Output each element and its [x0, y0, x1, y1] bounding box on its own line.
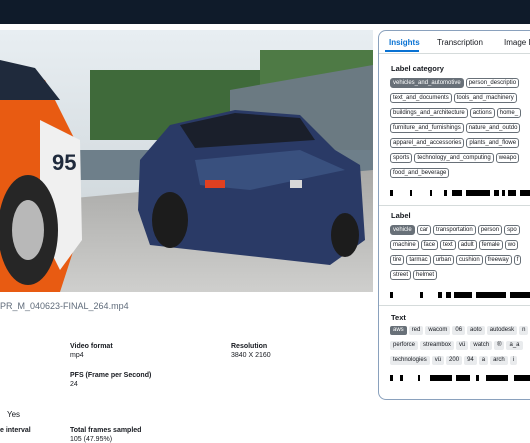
yes-value: Yes [7, 410, 21, 419]
label-chip[interactable]: wo [504, 240, 519, 250]
label-category-chip[interactable]: text_and_documents [390, 93, 452, 103]
text-chip[interactable]: vü [456, 341, 469, 350]
text-chip[interactable]: technologies [390, 356, 430, 365]
text-chip[interactable]: red [408, 326, 424, 335]
label-chip[interactable]: street [390, 270, 412, 280]
total-frames-label: Total frames sampled [70, 427, 142, 434]
label-category-chip[interactable]: vehicles_and_automotive [390, 78, 464, 88]
label-category-chip[interactable]: apparel_and_accessories [390, 138, 465, 148]
label-category-chip[interactable]: plants_and_flowe [466, 138, 520, 148]
label-category-chip[interactable]: home_ [496, 108, 522, 118]
text-chip[interactable]: aws [390, 326, 407, 335]
text-row: aws red wacom 06 aoto autodesk n [390, 326, 529, 335]
text-chip[interactable]: n [519, 326, 529, 335]
label-chip[interactable]: tarmac [406, 255, 431, 265]
text-chip[interactable]: wacom [425, 326, 451, 335]
label-category-chip[interactable]: furniture_and_furnishings [390, 123, 464, 133]
video-filename: PR_M_040623-FINAL_264.mp4 [0, 301, 129, 311]
tab-insights[interactable]: Insights [389, 38, 420, 47]
text-chip[interactable]: vü [431, 356, 445, 365]
label-category-chip[interactable]: sports [390, 153, 413, 163]
label-chip[interactable]: transportation [433, 225, 476, 235]
label-category-row: food_and_beverage [390, 168, 450, 178]
video-player[interactable]: 95 [0, 30, 373, 292]
label-chip[interactable]: tire [390, 255, 405, 265]
resolution-label: Resolution [231, 343, 268, 350]
label-title: Label [391, 211, 411, 220]
label-chip[interactable]: machine [390, 240, 419, 250]
resolution-value: 3840 X 2160 [231, 352, 271, 359]
label-chip[interactable]: helmet [413, 270, 438, 280]
text-chip[interactable]: watch [470, 341, 493, 350]
video-format-value: mp4 [70, 352, 84, 359]
text-chip[interactable]: perforce [390, 341, 419, 350]
label-category-row: sports technology_and_computing weapo [390, 153, 520, 163]
section-divider [379, 205, 530, 206]
text-chip[interactable]: ® [494, 341, 505, 350]
label-chip[interactable]: freeway [484, 255, 512, 265]
text-chip[interactable]: i [509, 356, 518, 365]
text-title: Text [391, 313, 406, 322]
interval-label: e interval [0, 427, 31, 434]
label-chip[interactable]: vehicle [390, 225, 415, 235]
label-category-row: apparel_and_accessories plants_and_flowe [390, 138, 520, 148]
fps-value: 24 [70, 381, 78, 388]
label-chip[interactable]: f [513, 255, 522, 265]
video-frame-image: 95 [0, 30, 373, 292]
label-category-chip[interactable]: food_and_beverage [390, 168, 450, 178]
label-chip[interactable]: female [478, 240, 503, 250]
text-chip[interactable]: 200 [446, 356, 463, 365]
label-chip[interactable]: person [477, 225, 503, 235]
text-chip[interactable]: autodesk [486, 326, 518, 335]
label-chip[interactable]: cushion [456, 255, 483, 265]
label-category-chip[interactable]: actions [469, 108, 495, 118]
label-chip[interactable]: text [440, 240, 456, 250]
text-timeline[interactable] [390, 375, 530, 381]
label-chip[interactable]: spo [504, 225, 520, 235]
text-chip[interactable]: a_a [506, 341, 523, 350]
svg-text:95: 95 [52, 150, 76, 175]
fps-label: PFS (Frame per Second) [70, 372, 152, 379]
label-category-chip[interactable]: person_descriptio [465, 78, 520, 88]
tab-image[interactable]: Image I [504, 38, 530, 47]
text-chip[interactable]: aoto [467, 326, 485, 335]
section-divider [379, 305, 530, 306]
label-category-timeline[interactable] [390, 190, 530, 196]
label-category-row: text_and_documents tools_and_machinery [390, 93, 517, 103]
label-category-chip[interactable]: weapo [495, 153, 520, 163]
video-format-label: Video format [70, 343, 113, 350]
label-chip[interactable]: car [416, 225, 432, 235]
label-category-chip[interactable]: tools_and_machinery [453, 93, 517, 103]
label-chip[interactable]: urban [432, 255, 455, 265]
label-row: machine face text adult female wo [390, 240, 519, 250]
text-chip[interactable]: a [478, 356, 489, 365]
active-tab-indicator [385, 50, 419, 52]
label-category-row: furniture_and_furnishings nature_and_outd… [390, 123, 521, 133]
text-chip[interactable]: 94 [464, 356, 477, 365]
tab-transcription[interactable]: Transcription [437, 38, 483, 47]
label-timeline[interactable] [390, 292, 530, 298]
label-row: tire tarmac urban cushion freeway f [390, 255, 522, 265]
text-chip[interactable]: streambox [420, 341, 455, 350]
label-category-chip[interactable]: nature_and_outdo [465, 123, 521, 133]
text-chip[interactable]: arch [490, 356, 508, 365]
label-chip[interactable]: adult [457, 240, 477, 250]
text-row: perforce streambox vü watch ® a_a [390, 341, 523, 350]
label-category-chip[interactable]: technology_and_computing [414, 153, 494, 163]
text-chip[interactable]: 06 [452, 326, 466, 335]
label-row: vehicle car transportation person spo [390, 225, 520, 235]
label-category-title: Label category [391, 64, 444, 73]
insights-panel: Insights Transcription Image I Label cat… [378, 30, 530, 400]
tab-bar: Insights Transcription Image I [379, 31, 530, 54]
top-navigation-bar [0, 0, 530, 24]
label-row: street helmet [390, 270, 438, 280]
label-category-row: buildings_and_architecture actions home_ [390, 108, 522, 118]
label-category-row: vehicles_and_automotive person_descriptio [390, 78, 520, 88]
text-row: technologies vü 200 94 a arch i [390, 356, 518, 365]
label-category-chip[interactable]: buildings_and_architecture [390, 108, 468, 118]
label-chip[interactable]: face [420, 240, 439, 250]
